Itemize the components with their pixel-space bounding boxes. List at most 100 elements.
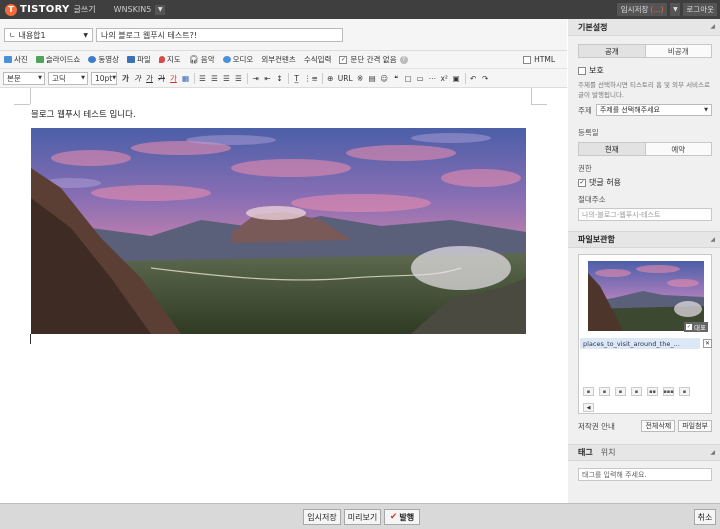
tag-input[interactable]: 태그를 입력해 주세요. — [578, 468, 712, 481]
paragraph-format-select[interactable]: 본문 ▼ — [3, 71, 45, 85]
protect-checkbox[interactable] — [578, 66, 586, 75]
protect-option[interactable]: 보호 — [578, 65, 720, 76]
background-color-icon[interactable]: ▦ — [180, 72, 191, 85]
more-icon[interactable]: ⋯ — [427, 72, 438, 85]
code-icon[interactable]: ▢ — [403, 72, 414, 85]
help-icon[interactable]: ? — [399, 55, 408, 64]
comment-option[interactable]: ✓ 댓글 허용 — [578, 177, 720, 188]
underline-button[interactable]: 가 — [144, 72, 155, 85]
toolbar-photo[interactable]: 사진 — [4, 54, 28, 65]
visibility-public[interactable]: 공개 — [579, 45, 645, 57]
line-height-icon[interactable]: ↕ — [274, 72, 285, 85]
quote-icon[interactable]: ❝ — [391, 72, 402, 85]
insert-multi-icon[interactable]: ▪▪▪ — [663, 387, 674, 396]
tistory-logo[interactable]: T TISTORY 글쓰기 — [5, 3, 96, 16]
sound-icon[interactable]: ◀ — [583, 403, 594, 412]
url-button[interactable]: URL — [337, 72, 354, 85]
toolbar-slideshow[interactable]: 슬라이드쇼 — [35, 54, 80, 65]
temp-save-button[interactable]: 임시저장 — [303, 509, 341, 525]
collapse-icon[interactable]: ◢ — [710, 236, 715, 243]
italic-button[interactable]: 가 — [132, 72, 143, 85]
toolbar-audio[interactable]: 오디오 — [222, 54, 253, 65]
blog-selector[interactable]: WNSKIN5 ▼ — [114, 4, 166, 15]
tab-location[interactable]: 위치 — [601, 447, 616, 458]
paragraph-spacing-checkbox[interactable]: ✓ — [339, 55, 348, 64]
cancel-button[interactable]: 취소 — [694, 509, 716, 525]
file-storage-header[interactable]: 파일보관함 ◢ — [568, 231, 720, 248]
toolbar-formula[interactable]: 수식입력 — [304, 54, 332, 65]
superscript-icon[interactable]: x² — [439, 72, 450, 85]
align-center-icon[interactable]: ☰ — [209, 72, 220, 85]
basic-settings-header[interactable]: 기본설정 ◢ — [568, 19, 720, 36]
save-icon[interactable]: ▣ — [451, 72, 462, 85]
bottom-action-bar: 임시저장 미리보기 ✔ 발행 취소 — [0, 503, 720, 529]
toolbar-music[interactable]: 🎧︎ 음악 — [189, 54, 215, 65]
redo-icon[interactable]: ↷ — [480, 72, 491, 85]
align-left-icon[interactable]: ☰ — [197, 72, 208, 85]
toolbar-map[interactable]: 지도 — [158, 54, 181, 65]
hr-icon[interactable]: ▭ — [415, 72, 426, 85]
preview-button[interactable]: 미리보기 — [344, 509, 381, 525]
representative-toggle[interactable]: ✓ 대표 — [684, 322, 708, 332]
insert-slide-icon[interactable]: ▪ — [679, 387, 690, 396]
divider — [194, 72, 195, 84]
emoticon-icon[interactable]: ☺ — [379, 72, 390, 85]
font-size-select[interactable]: 10pt ▼ — [91, 71, 117, 85]
publish-button[interactable]: ✔ 발행 — [384, 509, 420, 525]
copyright-link[interactable]: 저작권 안내 — [578, 421, 615, 432]
autosave-button[interactable]: 임시저장 (...) — [616, 3, 668, 16]
strikethrough-button[interactable]: 가 — [156, 72, 167, 85]
text-style-icon[interactable]: T̲ — [291, 72, 302, 85]
collapse-icon[interactable]: ◢ — [710, 449, 715, 456]
paragraph-spacing-option[interactable]: ✓ 문단 간격 없음 ? — [339, 54, 408, 65]
chevron-down-icon[interactable]: ▼ — [155, 4, 166, 15]
attach-file-button[interactable]: 파일첨부 — [678, 420, 712, 432]
representative-checkbox[interactable]: ✓ — [686, 324, 692, 330]
comment-checkbox[interactable]: ✓ — [578, 178, 586, 187]
collapse-icon[interactable]: ◢ — [710, 23, 715, 30]
bold-button[interactable]: 가 — [120, 72, 131, 85]
chevron-down-icon[interactable]: ▼ — [670, 3, 681, 16]
insert-grid-icon[interactable]: ▪▪ — [647, 387, 658, 396]
text-color-button[interactable]: 가 — [168, 72, 179, 85]
document-body[interactable]: 블로그 웹푸시 테스트 입니다. — [0, 88, 567, 503]
toolbar-file[interactable]: 파일 — [127, 54, 151, 65]
insert-center-icon[interactable]: ▪ — [599, 387, 610, 396]
html-checkbox[interactable] — [523, 55, 532, 64]
table-icon[interactable]: ▤ — [367, 72, 378, 85]
toolbar-video[interactable]: 동영상 — [88, 54, 119, 65]
undo-icon[interactable]: ↶ — [468, 72, 479, 85]
align-right-icon[interactable]: ☰ — [221, 72, 232, 85]
landscape-photo[interactable] — [31, 128, 526, 334]
file-name[interactable]: places_to_visit_around_the_... — [580, 338, 700, 349]
date-reserve[interactable]: 예약 — [644, 143, 711, 155]
toolbar-external[interactable]: 외부컨텐츠 — [261, 54, 296, 65]
remove-file-icon[interactable]: ✕ — [703, 339, 712, 348]
list-icon[interactable]: ⋮≡ — [303, 72, 319, 85]
editor-area: ㄴ 내용합1 ▼ 나의 블로그 웹푸시 테스트?! 사진 슬라이드쇼 동영상 파… — [0, 19, 567, 503]
permalink-input[interactable]: 나의-블로그-웹푸시-테스트 — [578, 208, 712, 221]
delete-all-button[interactable]: 전체삭제 — [641, 420, 676, 432]
indent-icon[interactable]: ⇥ — [250, 72, 261, 85]
outdent-icon[interactable]: ⇤ — [262, 72, 273, 85]
title-input[interactable]: 나의 블로그 웹푸시 테스트?! — [96, 28, 343, 42]
photo-icon — [4, 56, 12, 63]
topic-select[interactable]: 주제를 선택해주세요 ▼ — [595, 104, 712, 116]
logout-button[interactable]: 로그아웃 — [683, 3, 717, 16]
link-icon[interactable]: ⊕ — [325, 72, 336, 85]
category-select[interactable]: ㄴ 내용합1 ▼ — [4, 28, 93, 42]
html-toggle[interactable]: HTML — [523, 55, 555, 64]
special-char-icon[interactable]: ※ — [355, 72, 366, 85]
post-paragraph[interactable]: 블로그 웹푸시 테스트 입니다. — [31, 108, 136, 120]
font-select[interactable]: 고딕 ▼ — [48, 71, 88, 85]
file-thumbnail[interactable] — [588, 261, 704, 331]
align-justify-icon[interactable]: ☰ — [233, 72, 244, 85]
date-now[interactable]: 현재 — [579, 143, 645, 155]
visibility-private[interactable]: 비공개 — [644, 45, 711, 57]
tab-tag[interactable]: 태그 — [578, 447, 593, 458]
insert-right-icon[interactable]: ▪ — [615, 387, 626, 396]
file-insert-buttons: ▪ ▪ ▪ ▪ ▪▪ ▪▪▪ ▪ — [583, 387, 695, 396]
insert-full-icon[interactable]: ▪ — [631, 387, 642, 396]
insert-left-icon[interactable]: ▪ — [583, 387, 594, 396]
chevron-down-icon: ▼ — [81, 75, 85, 81]
